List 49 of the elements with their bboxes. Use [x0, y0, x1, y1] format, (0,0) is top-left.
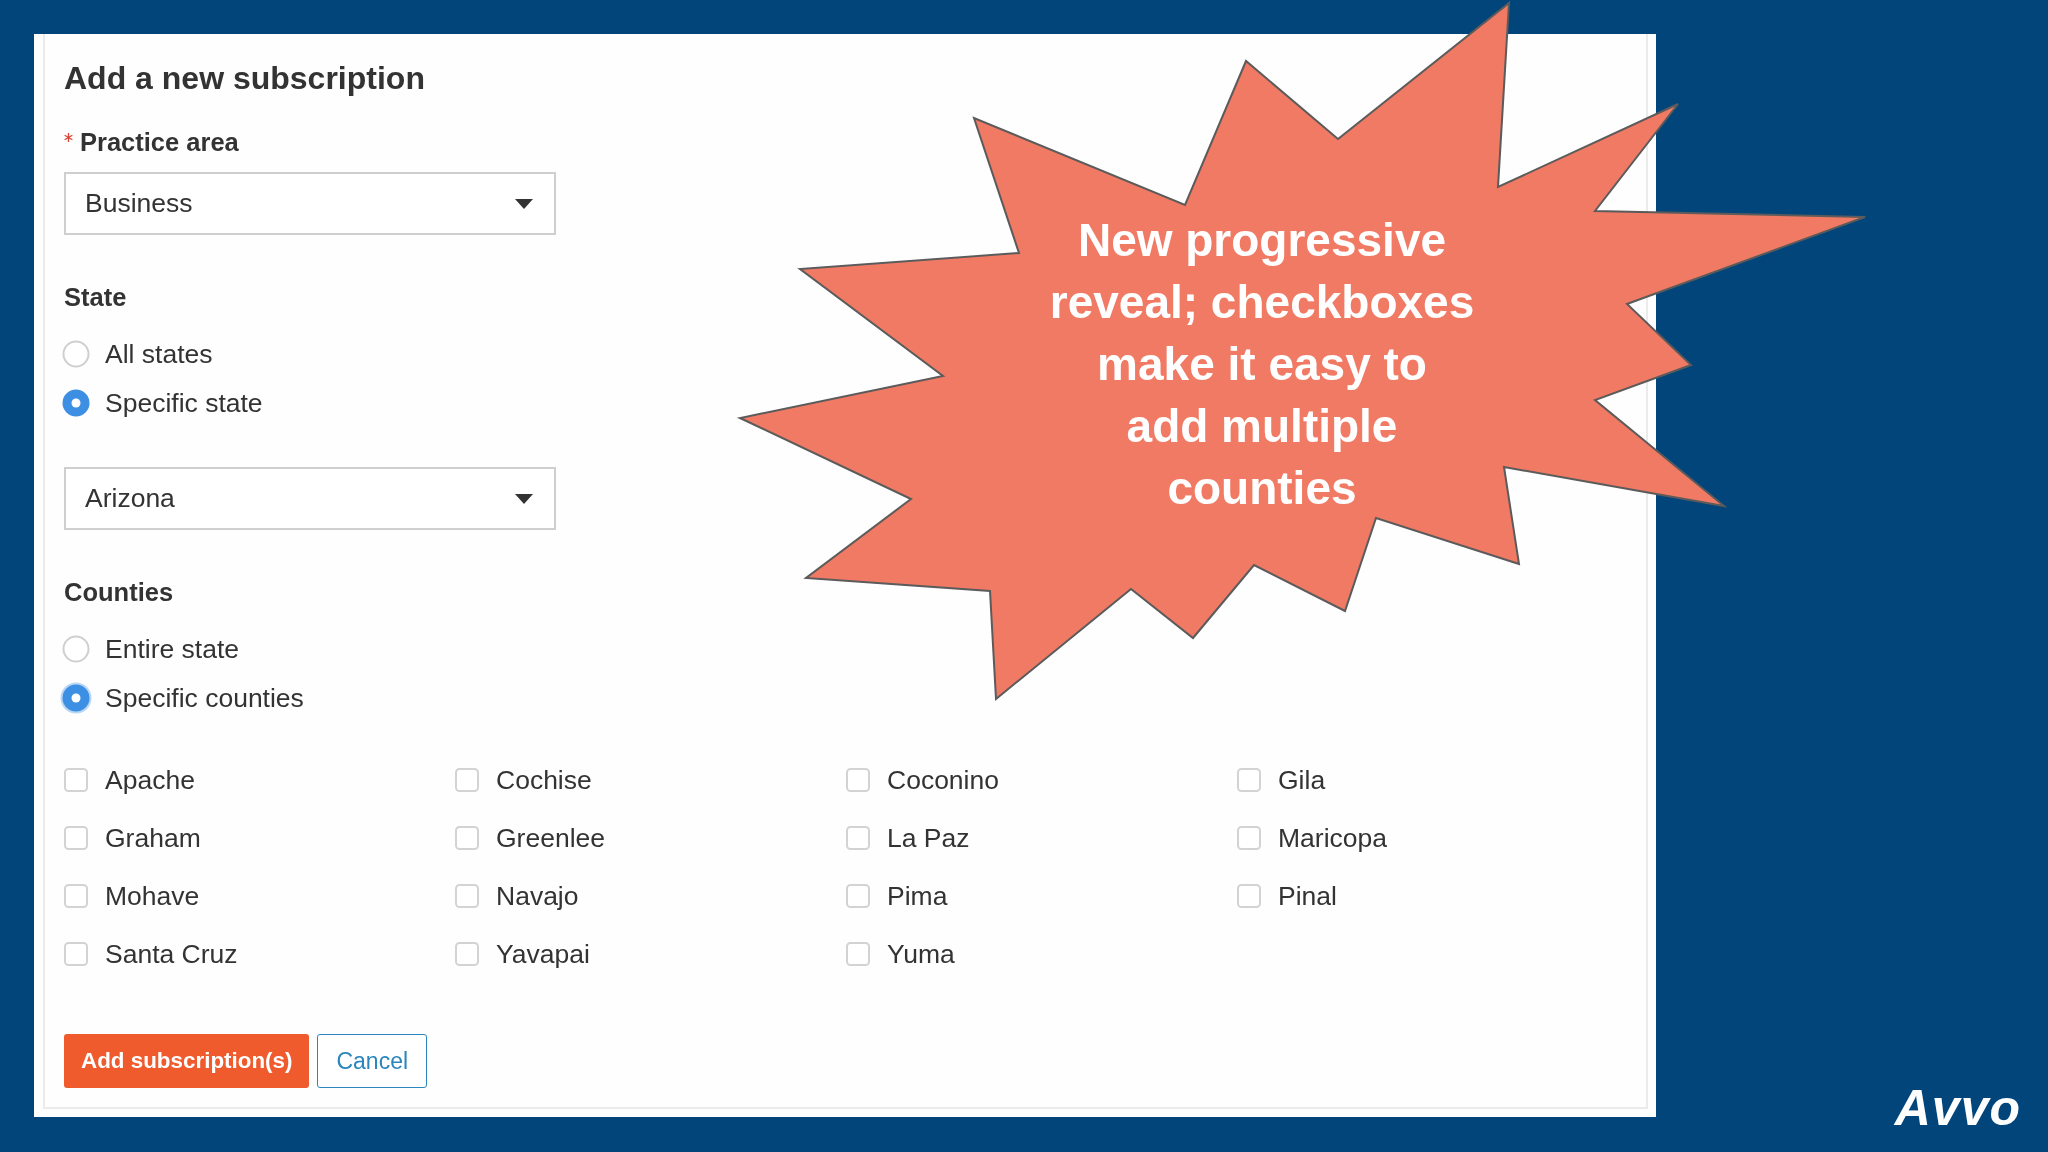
field-label: Practice area: [80, 127, 239, 157]
cancel-button[interactable]: Cancel: [317, 1034, 428, 1088]
checkbox[interactable]: [64, 884, 88, 908]
checkbox-label: Greenlee: [496, 822, 605, 854]
checkbox[interactable]: [455, 768, 479, 792]
checkbox[interactable]: [846, 768, 870, 792]
field-label: Counties: [64, 577, 174, 607]
checkbox[interactable]: [455, 884, 479, 908]
checkbox[interactable]: [1237, 826, 1261, 850]
checkbox[interactable]: [846, 884, 870, 908]
checkbox-label: Yuma: [887, 938, 955, 970]
callout-text: New progressive reveal; checkboxes make it easy to add multiple counties: [1049, 213, 1475, 516]
radio-label: Specific state: [105, 387, 263, 419]
checkbox-label: Cochise: [496, 764, 592, 796]
checkbox-label: Graham: [105, 822, 201, 854]
radio-label: Specific counties: [105, 682, 304, 714]
radio-label: All states: [105, 338, 213, 370]
dropdown[interactable]: Business: [64, 172, 556, 235]
checkbox-label: Pima: [887, 880, 948, 912]
caret-icon: [515, 198, 533, 209]
checkbox-label: La Paz: [887, 822, 970, 854]
radio-label: Entire state: [105, 633, 240, 665]
checkbox[interactable]: [64, 768, 88, 792]
radio-button[interactable]: [60, 387, 92, 419]
dropdown[interactable]: Arizona: [64, 467, 556, 530]
field-label: State: [64, 282, 127, 312]
checkbox[interactable]: [846, 826, 870, 850]
checkbox[interactable]: [1237, 884, 1261, 908]
checkbox[interactable]: [455, 942, 479, 966]
checkbox[interactable]: [846, 942, 870, 966]
checkbox-label: Apache: [105, 764, 195, 796]
checkbox-label: Maricopa: [1278, 822, 1387, 854]
checkbox-label: Santa Cruz: [105, 938, 238, 970]
caret-icon: [515, 493, 533, 504]
radio-button[interactable]: [60, 633, 92, 665]
checkbox-label: Pinal: [1278, 880, 1337, 912]
radio-button[interactable]: [60, 682, 92, 714]
radio-button[interactable]: [60, 338, 92, 370]
checkbox[interactable]: [64, 942, 88, 966]
brand-logo: Avvo: [1894, 1083, 2022, 1133]
checkbox[interactable]: [1237, 768, 1261, 792]
checkbox-label: Gila: [1278, 764, 1326, 796]
checkbox-label: Yavapai: [496, 938, 590, 970]
checkbox-label: Navajo: [496, 880, 579, 912]
checkbox-label: Mohave: [105, 880, 200, 912]
checkbox-label: Coconino: [887, 764, 999, 796]
checkbox[interactable]: [64, 826, 88, 850]
checkbox[interactable]: [455, 826, 479, 850]
form-title: Add a new subscription: [64, 59, 425, 97]
